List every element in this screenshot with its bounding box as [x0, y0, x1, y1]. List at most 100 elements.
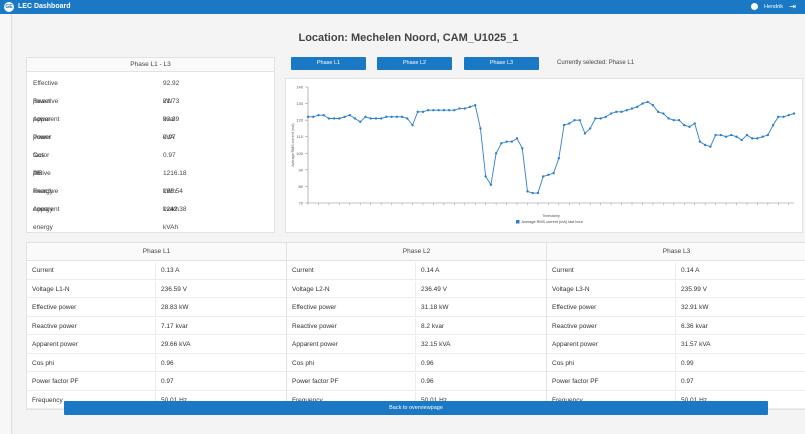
- data-point: [463, 107, 466, 110]
- data-point: [604, 115, 608, 119]
- row-label: Effective power: [32, 304, 77, 311]
- data-point: [306, 115, 310, 119]
- row-label: Cos phi: [552, 359, 575, 367]
- data-point: [479, 127, 482, 130]
- current-chart: 70 80 90 100 110 120 130 140 Average RMS current…: [285, 78, 803, 233]
- series-line: [308, 101, 795, 194]
- data-point: [667, 117, 670, 120]
- table-row: Power factor PF 0.96: [287, 373, 546, 391]
- row-label: Power factor PF: [552, 378, 599, 385]
- row-label: Current: [292, 267, 314, 274]
- data-point: [468, 105, 472, 109]
- row-value: 0.97: [681, 378, 694, 385]
- summary-value: 0.97: [163, 134, 176, 141]
- data-point: [777, 115, 780, 119]
- back-to-overview-button[interactable]: Back to overviewpage: [64, 401, 768, 415]
- logout-icon[interactable]: ⇥: [789, 2, 796, 12]
- column-divider: [415, 336, 416, 353]
- row-value: 0.14 A: [421, 267, 440, 274]
- data-point: [526, 190, 529, 193]
- row-value: 29.66 kVA: [161, 341, 191, 348]
- row-label: Apparent power: [552, 341, 598, 348]
- summary-label: Apparent energy: [33, 206, 60, 231]
- row-label: Cos phi: [32, 359, 55, 367]
- data-point: [432, 109, 435, 112]
- summary-panel: Phase L1 - L3 Effective power 92.92 kW Rea…: [26, 57, 275, 233]
- data-point: [656, 110, 660, 114]
- user-icon[interactable]: [751, 3, 758, 10]
- data-point: [484, 175, 487, 178]
- data-point: [787, 113, 790, 117]
- data-point: [771, 123, 775, 127]
- page-title: Location: Mechelen Noord, CAM_U1025_1: [298, 32, 519, 44]
- table-row: Current 0.13 A: [27, 262, 286, 280]
- row-value: 31.18 kW: [421, 304, 449, 311]
- column-divider: [155, 354, 156, 371]
- data-point: [510, 140, 514, 143]
- row-value: 236.49 V: [421, 285, 448, 293]
- row-value: 32.91 kW: [681, 304, 709, 311]
- phase-l1-panel: Phase L1 Current 0.13 A Voltage L1-N 236.59…: [26, 242, 287, 410]
- row-label: Voltage L1-N: [32, 285, 70, 293]
- column-divider: [415, 354, 416, 371]
- data-point: [636, 105, 639, 109]
- data-point: [745, 133, 749, 137]
- data-point: [374, 117, 378, 120]
- data-point: [359, 120, 362, 123]
- row-value: 0.13 A: [161, 267, 180, 274]
- column-divider: [155, 373, 156, 390]
- data-point: [489, 183, 493, 186]
- user-name[interactable]: Hendrik: [764, 4, 783, 10]
- data-point: [312, 115, 315, 119]
- table-row: Current 0.14 A: [547, 262, 805, 280]
- y-tick-label: 80: [299, 184, 304, 189]
- column-divider: [675, 354, 676, 371]
- row-label: Current: [552, 267, 574, 274]
- row-label: Apparent power: [32, 341, 78, 348]
- table-row: Effective power 32.91 kW: [547, 299, 805, 317]
- row-label: Frequency: [32, 396, 63, 404]
- row-value: 235.99 V: [681, 285, 708, 293]
- data-point: [426, 109, 430, 112]
- data-point: [353, 117, 357, 120]
- data-point: [552, 171, 555, 175]
- table-row: Cos phi 0.96: [27, 354, 286, 372]
- phase-l1-button[interactable]: Phase L1: [291, 57, 366, 70]
- phase-l2-title: Phase L2: [287, 243, 546, 261]
- table-row: Effective power 28.83 kW: [27, 299, 286, 317]
- data-point: [594, 117, 597, 120]
- data-point: [453, 109, 456, 112]
- row-label: Effective power: [292, 304, 337, 311]
- row-value: 0.97: [161, 378, 174, 385]
- table-row: Voltage L1-N 236.59 V: [27, 280, 286, 298]
- data-point: [557, 157, 561, 160]
- data-point: [599, 117, 602, 120]
- data-point: [536, 191, 540, 195]
- data-point: [625, 109, 628, 112]
- row-label: Cos phi: [292, 359, 315, 367]
- chart-svg: 70 80 90 100 110 120 130 140 Average RMS current…: [291, 85, 796, 224]
- data-point: [750, 137, 754, 140]
- row-label: Apparent power: [292, 341, 338, 348]
- data-point: [662, 112, 665, 115]
- column-divider: [155, 317, 156, 334]
- data-point: [724, 135, 728, 138]
- row-value: 31.57 kVA: [681, 341, 711, 348]
- phase-l3-button[interactable]: Phase L3: [464, 57, 539, 70]
- column-divider: [155, 280, 156, 297]
- app-title[interactable]: LEC Dashboard: [18, 3, 71, 10]
- table-row: Voltage L3-N 235.99 V: [547, 280, 805, 298]
- data-point: [782, 115, 785, 119]
- data-point: [505, 140, 508, 143]
- column-divider: [155, 336, 156, 353]
- phase-l3-title: Phase L3: [547, 243, 805, 261]
- data-point: [578, 118, 581, 122]
- data-point: [385, 115, 388, 119]
- row-label: Reactive power: [32, 322, 77, 330]
- column-divider: [675, 299, 676, 316]
- table-row: Apparent power 29.66 kVA: [27, 336, 286, 354]
- phase-l2-button[interactable]: Phase L2: [377, 57, 452, 70]
- data-point: [421, 110, 425, 114]
- row-value: 0.99: [681, 359, 694, 367]
- data-point: [437, 109, 440, 112]
